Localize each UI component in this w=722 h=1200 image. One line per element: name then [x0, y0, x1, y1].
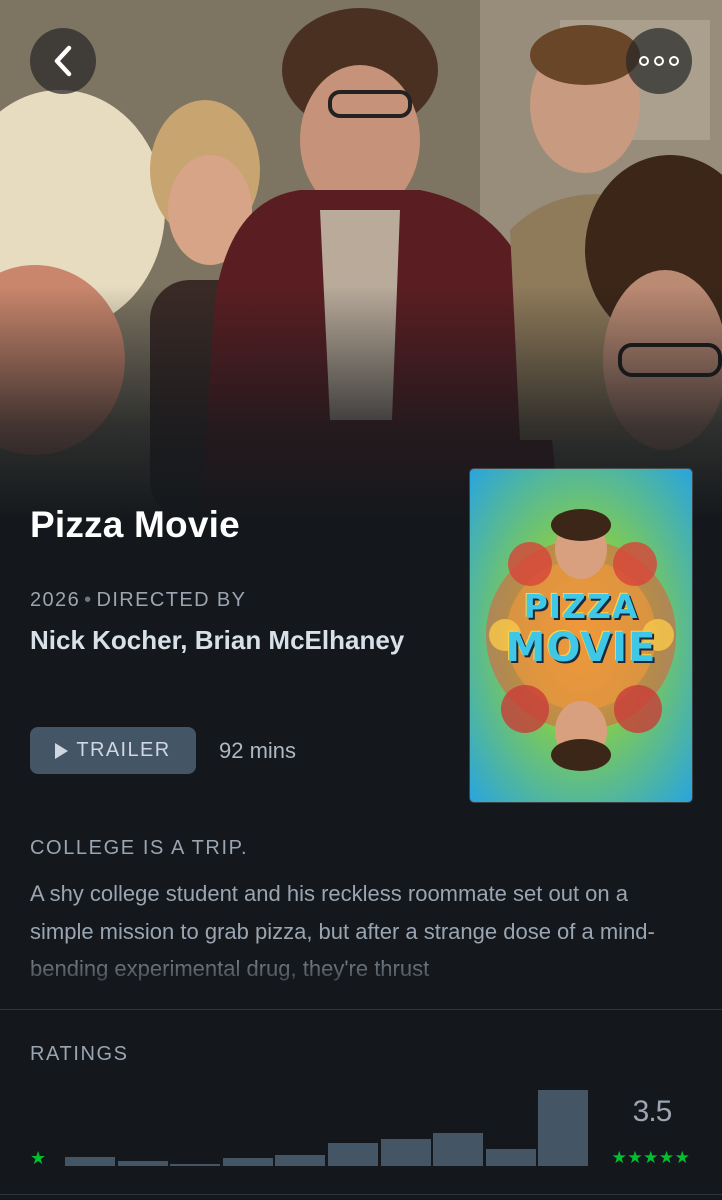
- poster-title-line2: MOVIE: [505, 625, 657, 671]
- histogram-bar[interactable]: [65, 1157, 115, 1166]
- histogram-bar[interactable]: [118, 1161, 168, 1166]
- histogram-bar[interactable]: [275, 1155, 325, 1166]
- histogram-bar[interactable]: [223, 1158, 273, 1166]
- directed-by-label: DIRECTED BY: [96, 589, 247, 611]
- ratings-histogram[interactable]: [65, 1090, 591, 1166]
- min-rating-star-icon: ★: [30, 1148, 47, 1168]
- ratings-heading: RATINGS: [30, 1043, 129, 1065]
- histogram-bar[interactable]: [486, 1149, 536, 1166]
- histogram-bar[interactable]: [328, 1143, 378, 1166]
- max-rating-stars-icon: ★★★★★: [611, 1148, 691, 1167]
- trailer-button[interactable]: TRAILER: [30, 727, 196, 774]
- runtime: 92 mins: [219, 738, 297, 763]
- chevron-left-icon: [54, 45, 72, 77]
- more-dots-icon: [639, 56, 679, 66]
- histogram-bar[interactable]: [538, 1090, 588, 1166]
- tagline: COLLEGE IS A TRIP.: [30, 837, 249, 859]
- play-icon: [55, 742, 69, 759]
- trailer-label: TRAILER: [76, 739, 171, 761]
- histogram-bar[interactable]: [170, 1164, 220, 1166]
- directors-link[interactable]: Nick Kocher, Brian McElhaney: [30, 620, 430, 661]
- bottom-divider: [0, 1194, 722, 1195]
- release-year[interactable]: 2026: [30, 589, 80, 611]
- histogram-bar[interactable]: [381, 1139, 431, 1166]
- meta-separator: •: [84, 589, 93, 611]
- average-rating: 3.5: [632, 1095, 673, 1128]
- backdrop-gradient: [0, 0, 722, 520]
- synopsis[interactable]: A shy college student and his reckless r…: [30, 875, 694, 987]
- film-poster[interactable]: PIZZA MOVIE: [470, 469, 692, 802]
- section-divider: [0, 1009, 722, 1010]
- film-title: Pizza Movie: [30, 504, 240, 545]
- more-options-button[interactable]: [626, 28, 692, 94]
- histogram-bar[interactable]: [433, 1133, 483, 1166]
- backdrop-image: [0, 0, 722, 520]
- back-button[interactable]: [30, 28, 96, 94]
- poster-title-line1: PIZZA: [523, 587, 639, 626]
- film-meta: 2026 • DIRECTED BY: [30, 587, 246, 613]
